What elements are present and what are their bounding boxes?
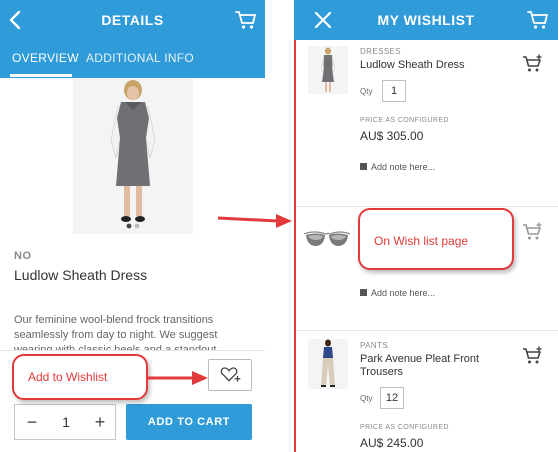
product-image[interactable] [73, 78, 193, 234]
arrow-icon [218, 214, 292, 228]
arrow-icon [148, 371, 208, 385]
add-to-wishlist-button[interactable] [208, 359, 252, 391]
add-to-cart-icon[interactable] [522, 222, 544, 242]
note-icon [360, 289, 367, 296]
tab-overview[interactable]: OVERVIEW [12, 51, 79, 65]
item-thumbnail[interactable] [308, 339, 348, 389]
wishlist-app-bar: MY WISHLIST [294, 0, 558, 40]
qty-label: Qty [360, 394, 373, 403]
details-app-bar: DETAILS [0, 0, 265, 40]
add-to-cart-icon[interactable] [522, 54, 544, 74]
cart-icon[interactable] [234, 8, 258, 32]
qty-label: Qty [360, 87, 373, 96]
quantity-field[interactable]: 1 [382, 80, 406, 102]
add-note-link[interactable]: Add note here... [360, 162, 435, 172]
item-price: AU$ 245.00 [360, 436, 424, 450]
item-divider [296, 206, 558, 207]
tab-additional-info[interactable]: ADDITIONAL INFO [86, 51, 194, 65]
quantity-value[interactable]: 1 [51, 414, 81, 430]
add-to-cart-icon[interactable] [522, 346, 544, 366]
item-name-line: Park Avenue Pleat Front [360, 353, 480, 365]
item-thumbnail[interactable] [302, 226, 352, 252]
note-icon [360, 163, 367, 170]
item-divider [296, 330, 558, 331]
callout-text: Add to Wishlist [28, 370, 108, 384]
product-name: Ludlow Sheath Dress [14, 267, 148, 283]
price-label: PRICE AS CONFIGURED [360, 117, 449, 124]
page-title: MY WISHLIST [377, 12, 475, 28]
quantity-stepper: − 1 + [14, 404, 116, 440]
item-category: PANTS [360, 341, 389, 350]
selection-accent-bar [294, 40, 296, 452]
image-pager-dots[interactable] [119, 223, 149, 229]
callout-text: On Wish list page [374, 234, 469, 248]
product-brand: NO [14, 250, 32, 262]
page-title: DETAILS [101, 12, 164, 28]
add-to-wishlist-callout: Add to Wishlist [12, 354, 148, 400]
product-description: Our feminine wool-blend frock transition… [14, 314, 218, 353]
item-name[interactable]: Ludlow Sheath Dress [360, 59, 465, 72]
item-price: AU$ 305.00 [360, 129, 424, 143]
item-thumbnail[interactable] [308, 46, 348, 94]
plus-icon[interactable]: + [89, 411, 111, 433]
add-note-link[interactable]: Add note here... [360, 288, 435, 298]
add-note-label: Add note here... [371, 288, 436, 298]
minus-icon[interactable]: − [21, 411, 43, 433]
cart-icon[interactable] [526, 8, 550, 32]
quantity-field[interactable]: 12 [380, 387, 404, 409]
item-name[interactable]: Park Avenue Pleat Front Trousers [360, 353, 479, 379]
item-name-line: Trousers [360, 366, 403, 378]
wishlist-page-callout: On Wish list page [358, 208, 514, 270]
active-tab-indicator [10, 74, 72, 77]
add-to-cart-button[interactable]: ADD TO CART [126, 404, 252, 440]
add-note-label: Add note here... [371, 162, 436, 172]
item-category: DRESSES [360, 47, 402, 56]
tab-bar: OVERVIEW ADDITIONAL INFO [0, 40, 265, 78]
price-label: PRICE AS CONFIGURED [360, 424, 449, 431]
heart-plus-icon [220, 367, 241, 382]
